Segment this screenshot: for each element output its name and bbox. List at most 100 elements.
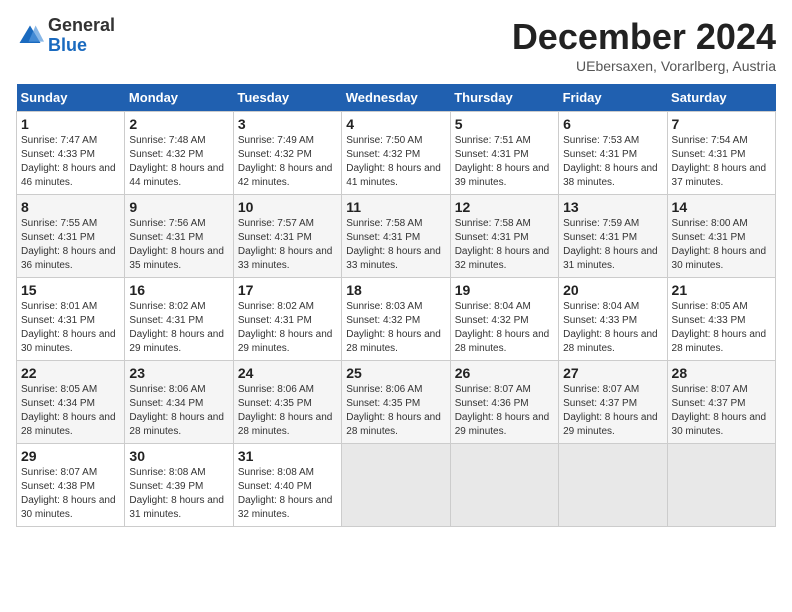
day-info: Sunrise: 8:03 AMSunset: 4:32 PMDaylight:…: [346, 300, 445, 356]
month-title: December 2024: [512, 16, 776, 58]
day-number: 13: [563, 199, 662, 215]
day-info: Sunrise: 8:05 AMSunset: 4:33 PMDaylight:…: [672, 300, 771, 356]
calendar-cell: 26 Sunrise: 8:07 AMSunset: 4:36 PMDayligh…: [450, 361, 558, 444]
day-number: 28: [672, 365, 771, 381]
header-wednesday: Wednesday: [342, 84, 450, 112]
calendar-week-3: 15 Sunrise: 8:01 AMSunset: 4:31 PMDayligh…: [17, 278, 776, 361]
day-info: Sunrise: 8:06 AMSunset: 4:34 PMDaylight:…: [129, 383, 228, 439]
day-number: 8: [21, 199, 120, 215]
calendar-cell: [559, 444, 667, 527]
calendar-cell: 17 Sunrise: 8:02 AMSunset: 4:31 PMDayligh…: [233, 278, 341, 361]
day-info: Sunrise: 8:06 AMSunset: 4:35 PMDaylight:…: [238, 383, 337, 439]
header-monday: Monday: [125, 84, 233, 112]
calendar-cell: 10 Sunrise: 7:57 AMSunset: 4:31 PMDayligh…: [233, 195, 341, 278]
day-info: Sunrise: 7:55 AMSunset: 4:31 PMDaylight:…: [21, 217, 120, 273]
day-info: Sunrise: 8:01 AMSunset: 4:31 PMDaylight:…: [21, 300, 120, 356]
day-info: Sunrise: 7:48 AMSunset: 4:32 PMDaylight:…: [129, 134, 228, 190]
calendar-week-1: 1 Sunrise: 7:47 AMSunset: 4:33 PMDaylight…: [17, 112, 776, 195]
header-tuesday: Tuesday: [233, 84, 341, 112]
day-number: 24: [238, 365, 337, 381]
calendar-cell: 25 Sunrise: 8:06 AMSunset: 4:35 PMDayligh…: [342, 361, 450, 444]
day-info: Sunrise: 7:58 AMSunset: 4:31 PMDaylight:…: [455, 217, 554, 273]
logo: General Blue: [16, 16, 115, 56]
day-number: 20: [563, 282, 662, 298]
calendar-cell: 4 Sunrise: 7:50 AMSunset: 4:32 PMDaylight…: [342, 112, 450, 195]
calendar-cell: 31Sunrise: 8:08 AMSunset: 4:40 PMDayligh…: [233, 444, 341, 527]
day-info: Sunrise: 7:47 AMSunset: 4:33 PMDaylight:…: [21, 134, 120, 190]
day-number: 27: [563, 365, 662, 381]
day-number: 19: [455, 282, 554, 298]
calendar-cell: 3 Sunrise: 7:49 AMSunset: 4:32 PMDaylight…: [233, 112, 341, 195]
header-thursday: Thursday: [450, 84, 558, 112]
calendar-cell: 27 Sunrise: 8:07 AMSunset: 4:37 PMDayligh…: [559, 361, 667, 444]
calendar-cell: 1 Sunrise: 7:47 AMSunset: 4:33 PMDaylight…: [17, 112, 125, 195]
title-block: December 2024 UEbersaxen, Vorarlberg, Au…: [512, 16, 776, 74]
day-info: Sunrise: 8:07 AMSunset: 4:37 PMDaylight:…: [672, 383, 771, 439]
calendar-cell: 8 Sunrise: 7:55 AMSunset: 4:31 PMDaylight…: [17, 195, 125, 278]
calendar-cell: 11 Sunrise: 7:58 AMSunset: 4:31 PMDayligh…: [342, 195, 450, 278]
day-info: Sunrise: 8:08 AMSunset: 4:40 PMDaylight:…: [238, 466, 337, 522]
calendar-week-2: 8 Sunrise: 7:55 AMSunset: 4:31 PMDaylight…: [17, 195, 776, 278]
day-number: 9: [129, 199, 228, 215]
day-info: Sunrise: 8:08 AMSunset: 4:39 PMDaylight:…: [129, 466, 228, 522]
calendar-cell: 7 Sunrise: 7:54 AMSunset: 4:31 PMDaylight…: [667, 112, 775, 195]
day-number: 12: [455, 199, 554, 215]
day-info: Sunrise: 8:07 AMSunset: 4:38 PMDaylight:…: [21, 466, 120, 522]
calendar-cell: 2 Sunrise: 7:48 AMSunset: 4:32 PMDaylight…: [125, 112, 233, 195]
calendar-cell: 5Sunrise: 7:51 AMSunset: 4:31 PMDaylight…: [450, 112, 558, 195]
calendar-cell: [667, 444, 775, 527]
header-friday: Friday: [559, 84, 667, 112]
day-number: 17: [238, 282, 337, 298]
location-subtitle: UEbersaxen, Vorarlberg, Austria: [512, 58, 776, 74]
day-info: Sunrise: 7:54 AMSunset: 4:31 PMDaylight:…: [672, 134, 771, 190]
day-number: 1: [21, 116, 120, 132]
day-number: 21: [672, 282, 771, 298]
day-info: Sunrise: 7:50 AMSunset: 4:32 PMDaylight:…: [346, 134, 445, 190]
calendar-cell: 30Sunrise: 8:08 AMSunset: 4:39 PMDayligh…: [125, 444, 233, 527]
day-info: Sunrise: 8:02 AMSunset: 4:31 PMDaylight:…: [238, 300, 337, 356]
day-info: Sunrise: 8:06 AMSunset: 4:35 PMDaylight:…: [346, 383, 445, 439]
day-info: Sunrise: 8:04 AMSunset: 4:33 PMDaylight:…: [563, 300, 662, 356]
day-number: 2: [129, 116, 228, 132]
day-info: Sunrise: 7:57 AMSunset: 4:31 PMDaylight:…: [238, 217, 337, 273]
day-number: 4: [346, 116, 445, 132]
day-info: Sunrise: 8:07 AMSunset: 4:37 PMDaylight:…: [563, 383, 662, 439]
day-number: 26: [455, 365, 554, 381]
day-number: 15: [21, 282, 120, 298]
day-number: 3: [238, 116, 337, 132]
day-info: Sunrise: 7:49 AMSunset: 4:32 PMDaylight:…: [238, 134, 337, 190]
day-info: Sunrise: 7:59 AMSunset: 4:31 PMDaylight:…: [563, 217, 662, 273]
calendar-table: SundayMondayTuesdayWednesdayThursdayFrid…: [16, 84, 776, 527]
day-info: Sunrise: 8:05 AMSunset: 4:34 PMDaylight:…: [21, 383, 120, 439]
day-info: Sunrise: 7:56 AMSunset: 4:31 PMDaylight:…: [129, 217, 228, 273]
day-info: Sunrise: 8:07 AMSunset: 4:36 PMDaylight:…: [455, 383, 554, 439]
day-number: 22: [21, 365, 120, 381]
day-number: 6: [563, 116, 662, 132]
calendar-week-5: 29 Sunrise: 8:07 AMSunset: 4:38 PMDayligh…: [17, 444, 776, 527]
header-sunday: Sunday: [17, 84, 125, 112]
day-number: 11: [346, 199, 445, 215]
day-number: 16: [129, 282, 228, 298]
day-info: Sunrise: 8:02 AMSunset: 4:31 PMDaylight:…: [129, 300, 228, 356]
day-number: 14: [672, 199, 771, 215]
calendar-body: 1 Sunrise: 7:47 AMSunset: 4:33 PMDaylight…: [17, 112, 776, 527]
calendar-week-4: 22 Sunrise: 8:05 AMSunset: 4:34 PMDayligh…: [17, 361, 776, 444]
logo-general-text: General: [48, 15, 115, 35]
day-number: 25: [346, 365, 445, 381]
day-number: 7: [672, 116, 771, 132]
calendar-cell: 24 Sunrise: 8:06 AMSunset: 4:35 PMDayligh…: [233, 361, 341, 444]
calendar-cell: 21 Sunrise: 8:05 AMSunset: 4:33 PMDayligh…: [667, 278, 775, 361]
day-number: 5: [455, 116, 554, 132]
day-info: Sunrise: 7:58 AMSunset: 4:31 PMDaylight:…: [346, 217, 445, 273]
logo-icon: [16, 22, 44, 50]
calendar-cell: 13 Sunrise: 7:59 AMSunset: 4:31 PMDayligh…: [559, 195, 667, 278]
calendar-cell: 18Sunrise: 8:03 AMSunset: 4:32 PMDayligh…: [342, 278, 450, 361]
logo-blue-text: Blue: [48, 35, 87, 55]
day-number: 10: [238, 199, 337, 215]
calendar-cell: 23Sunrise: 8:06 AMSunset: 4:34 PMDayligh…: [125, 361, 233, 444]
calendar-cell: 28 Sunrise: 8:07 AMSunset: 4:37 PMDayligh…: [667, 361, 775, 444]
page-header: General Blue December 2024 UEbersaxen, V…: [16, 16, 776, 74]
header-saturday: Saturday: [667, 84, 775, 112]
calendar-cell: 9 Sunrise: 7:56 AMSunset: 4:31 PMDaylight…: [125, 195, 233, 278]
day-number: 29: [21, 448, 120, 464]
